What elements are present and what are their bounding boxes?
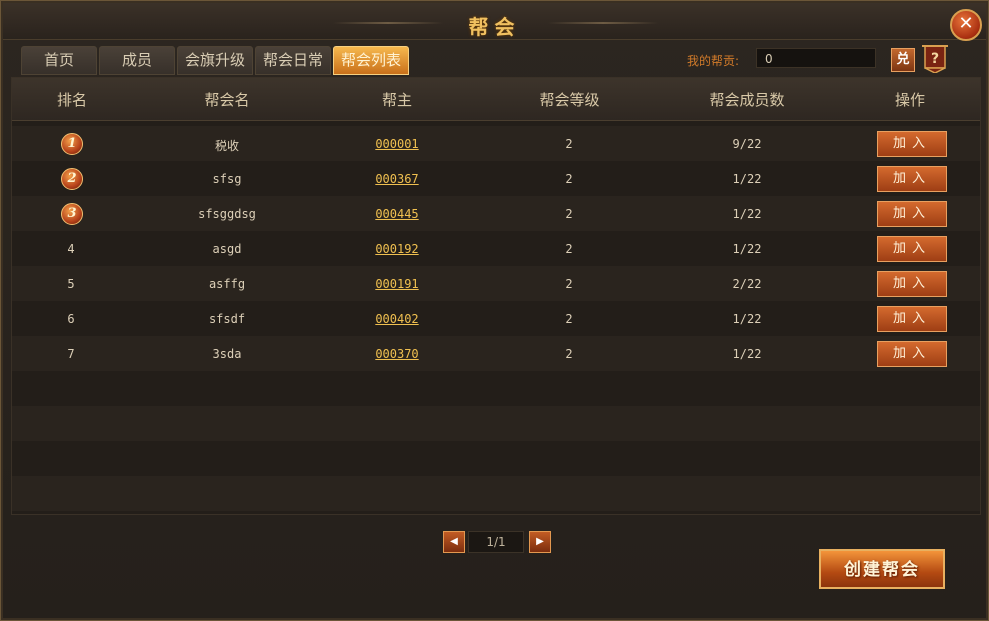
window-title: 帮会 xyxy=(468,15,521,39)
member-count: 2/22 xyxy=(732,277,762,291)
member-count: 1/22 xyxy=(732,312,762,326)
rank-number: 6 xyxy=(67,312,75,326)
join-button[interactable]: 加入 xyxy=(877,306,947,332)
rank-number: 4 xyxy=(67,242,75,256)
guild-name: asffg xyxy=(208,277,246,291)
member-count: 1/22 xyxy=(732,242,762,256)
member-count: 1/22 xyxy=(732,207,762,221)
leader-link[interactable]: 000370 xyxy=(357,347,437,361)
header-action: 操作 xyxy=(894,91,925,109)
guild-name: 3sda xyxy=(212,347,242,361)
rank-medal-icon: 2 xyxy=(61,168,83,190)
join-button[interactable]: 加入 xyxy=(877,236,947,262)
guild-name: sfsg xyxy=(212,172,242,186)
close-button[interactable]: ✕ xyxy=(950,9,982,41)
header-guild-name: 帮会名 xyxy=(204,91,250,109)
join-button[interactable]: 加入 xyxy=(877,271,947,297)
empty-row xyxy=(12,406,980,441)
guild-name: sfsggdsg xyxy=(198,207,256,221)
create-guild-button[interactable]: 创建帮会 xyxy=(819,549,945,589)
guild-level: 2 xyxy=(565,312,573,326)
leader-link[interactable]: 000001 xyxy=(357,137,437,151)
title-bar: 帮会 ✕ xyxy=(3,3,986,41)
table-header: 排名 帮会名 帮主 帮会等级 帮会成员数 操作 xyxy=(12,78,980,121)
help-banner-icon[interactable]: ? xyxy=(921,43,949,74)
rank-number: 5 xyxy=(67,277,75,291)
redeem-button[interactable]: 兑 xyxy=(891,48,915,72)
table-row: 4 asgd 000192 2 1/22 加入 xyxy=(12,231,980,266)
empty-row xyxy=(12,476,980,511)
title-ornament-right xyxy=(548,22,658,24)
leader-link[interactable]: 000192 xyxy=(357,242,437,256)
leader-link[interactable]: 000402 xyxy=(357,312,437,326)
tab-guild-list[interactable]: 帮会列表 xyxy=(333,46,409,75)
member-count: 9/22 xyxy=(732,137,762,151)
guild-window: 帮会 ✕ 首页 成员 会旗升级 帮会日常 帮会列表 我的帮贡: 0 兑 ? 排名… xyxy=(0,0,989,621)
tab-flag-upgrade[interactable]: 会旗升级 xyxy=(177,46,253,75)
guild-name: sfsdf xyxy=(208,312,246,326)
guild-level: 2 xyxy=(565,207,573,221)
arrow-left-icon[interactable]: ◀ xyxy=(443,531,465,553)
guild-level: 2 xyxy=(565,277,573,291)
join-button[interactable]: 加入 xyxy=(877,166,947,192)
member-count: 1/22 xyxy=(732,172,762,186)
guild-level: 2 xyxy=(565,347,573,361)
guild-list-panel: 排名 帮会名 帮主 帮会等级 帮会成员数 操作 1 税收 000001 2 9/… xyxy=(11,77,981,515)
header-member-count: 帮会成员数 xyxy=(709,91,785,109)
contribution-label: 我的帮贡: xyxy=(687,54,740,68)
header-rank: 排名 xyxy=(56,91,87,109)
tab-home[interactable]: 首页 xyxy=(21,46,97,75)
table-row: 1 税收 000001 2 9/22 加入 xyxy=(12,126,980,161)
guild-level: 2 xyxy=(565,242,573,256)
header-leader: 帮主 xyxy=(381,91,412,109)
leader-link[interactable]: 000445 xyxy=(357,207,437,221)
table-row: 7 3sda 000370 2 1/22 加入 xyxy=(12,336,980,371)
header-guild-level: 帮会等级 xyxy=(539,91,600,109)
table-row: 3 sfsggdsg 000445 2 1/22 加入 xyxy=(12,196,980,231)
arrow-right-icon[interactable]: ▶ xyxy=(529,531,551,553)
table-row: 5 asffg 000191 2 2/22 加入 xyxy=(12,266,980,301)
guild-name: 税收 xyxy=(214,139,239,153)
guild-level: 2 xyxy=(565,137,573,151)
close-icon: ✕ xyxy=(958,13,974,34)
leader-link[interactable]: 000367 xyxy=(357,172,437,186)
table-row: 2 sfsg 000367 2 1/22 加入 xyxy=(12,161,980,196)
tab-members[interactable]: 成员 xyxy=(99,46,175,75)
contribution-value: 0 xyxy=(756,48,876,68)
leader-link[interactable]: 000191 xyxy=(357,277,437,291)
svg-text:?: ? xyxy=(931,51,939,67)
guild-level: 2 xyxy=(565,172,573,186)
rank-medal-icon: 3 xyxy=(61,203,83,225)
empty-row xyxy=(12,371,980,406)
member-count: 1/22 xyxy=(732,347,762,361)
rank-medal-icon: 1 xyxy=(61,133,83,155)
guild-name: asgd xyxy=(212,242,242,256)
join-button[interactable]: 加入 xyxy=(877,201,947,227)
page-indicator: 1/1 xyxy=(468,531,524,553)
rank-number: 7 xyxy=(67,347,75,361)
join-button[interactable]: 加入 xyxy=(877,341,947,367)
join-button[interactable]: 加入 xyxy=(877,131,947,157)
tab-guild-daily[interactable]: 帮会日常 xyxy=(255,46,331,75)
empty-row xyxy=(12,441,980,476)
table-row: 6 sfsdf 000402 2 1/22 加入 xyxy=(12,301,980,336)
